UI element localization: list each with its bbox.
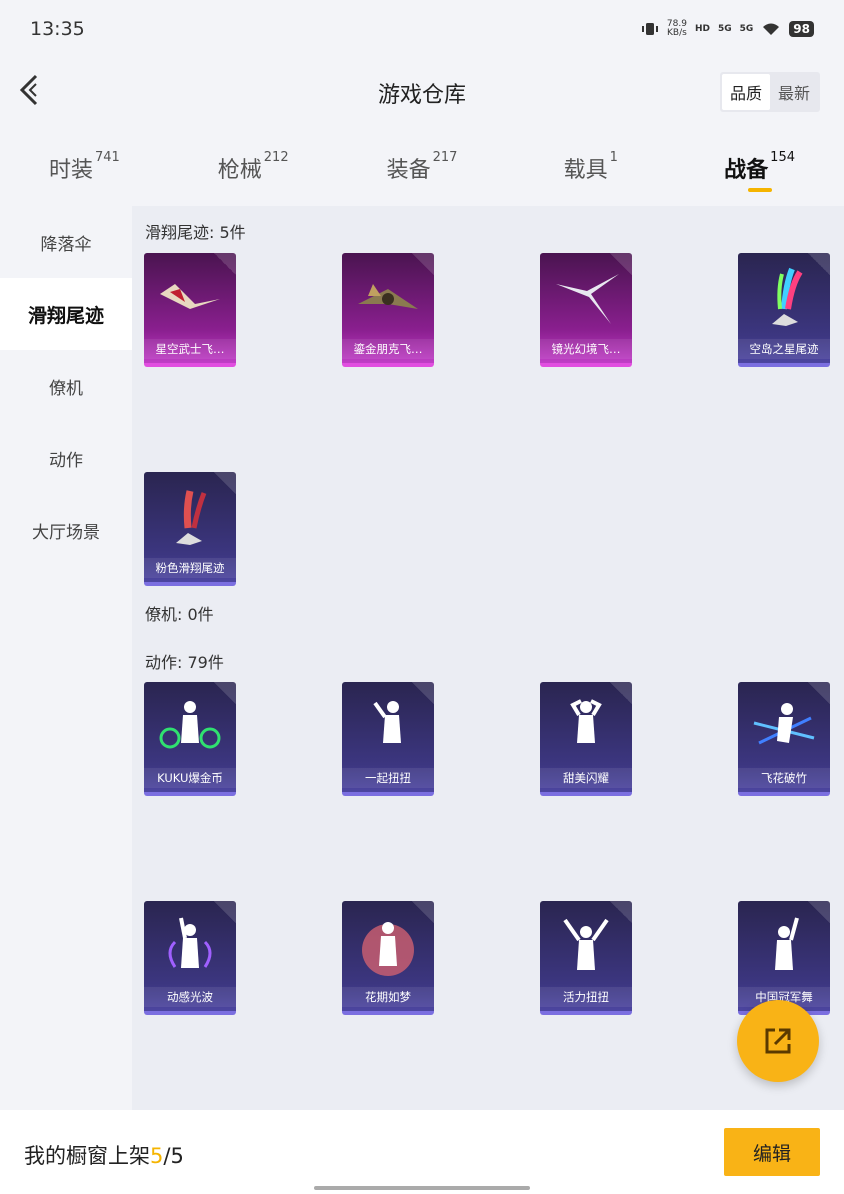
tab-fashion[interactable]: 时装741 (0, 138, 169, 198)
tab-active-indicator (747, 188, 772, 192)
sidebar-item-lobby-scene[interactable]: 大厅场景 (0, 494, 132, 566)
glider-art-icon (144, 259, 236, 339)
edit-button[interactable]: 编辑 (724, 1128, 820, 1176)
status-icons: 78.9 KB/s HD 5G 5G 98 (641, 20, 814, 38)
section-title-action: 动作: 79件 (145, 653, 224, 672)
tab-equipment[interactable]: 装备217 (338, 138, 507, 198)
sidebar: 降落伞 滑翔尾迹 僚机 动作 大厅场景 (0, 206, 132, 1110)
status-bar: 13:35 78.9 KB/s HD 5G 5G 98 (0, 0, 844, 58)
page-title: 游戏仓库 (377, 83, 466, 108)
vibrate-icon (641, 23, 658, 35)
header: 游戏仓库 品质 最新 (0, 58, 844, 124)
item-card[interactable]: 中国冠军舞 (738, 901, 830, 1015)
pink-trail-icon (144, 478, 236, 558)
home-indicator[interactable] (314, 1186, 530, 1190)
glider-art-icon (342, 259, 434, 339)
tab-battle-gear[interactable]: 战备154 (675, 138, 844, 198)
hd-icon: HD (694, 24, 710, 34)
battery-icon: 98 (789, 21, 814, 37)
wifi-icon (763, 23, 780, 35)
sort-toggle: 品质 最新 (719, 72, 820, 112)
item-card[interactable]: 一起扭扭 (342, 682, 434, 796)
item-card[interactable]: 飞花破竹 (738, 682, 830, 796)
section-title-wingman: 僚机: 0件 (145, 605, 214, 624)
item-card[interactable]: 活力扭扭 (540, 901, 632, 1015)
tab-guns[interactable]: 枪械212 (169, 138, 338, 198)
showcase-status: 我的橱窗上架5/5 (24, 1144, 184, 1168)
status-time: 13:35 (30, 18, 85, 40)
dance-figure-icon (342, 688, 434, 768)
dance-figure-icon (144, 688, 236, 768)
net-speed: 78.9 KB/s (666, 19, 687, 38)
item-grid: 滑翔尾迹: 5件 星空武士飞… 鎏金朋克飞… 镜光幻境飞… 空岛之星尾迹 粉色滑… (132, 206, 844, 1110)
dance-figure-icon (540, 907, 632, 987)
bottom-bar: 我的橱窗上架5/5 编辑 (0, 1110, 844, 1194)
dance-figure-icon (540, 688, 632, 768)
dance-figure-icon (342, 907, 434, 987)
category-tabs: 时装741 枪械212 装备217 载具1 战备154 (0, 138, 844, 198)
dance-figure-icon (738, 688, 830, 768)
sort-latest-button[interactable]: 最新 (770, 74, 818, 110)
glider-art-icon (540, 259, 632, 339)
item-card[interactable]: 镜光幻境飞… (540, 253, 632, 367)
item-card[interactable]: 花期如梦 (342, 901, 434, 1015)
item-card[interactable]: 动感光波 (144, 901, 236, 1015)
signal-5g-icon-2: 5G (739, 24, 754, 34)
signal-5g-icon: 5G (717, 24, 732, 34)
sidebar-item-parachute[interactable]: 降落伞 (0, 206, 132, 278)
dance-figure-icon (144, 907, 236, 987)
dance-figure-icon (738, 907, 830, 987)
sidebar-item-action[interactable]: 动作 (0, 422, 132, 494)
sort-quality-button[interactable]: 品质 (721, 74, 770, 110)
item-card[interactable]: 粉色滑翔尾迹 (144, 472, 236, 586)
external-link-icon (765, 1028, 791, 1054)
item-card[interactable]: 星空武士飞… (144, 253, 236, 367)
item-card[interactable]: KUKU爆金币 (144, 682, 236, 796)
tab-vehicles[interactable]: 载具1 (506, 138, 675, 198)
item-card[interactable]: 鎏金朋克飞… (342, 253, 434, 367)
share-button[interactable] (737, 1000, 819, 1082)
rainbow-trail-icon (738, 259, 830, 339)
sidebar-item-glide-trail[interactable]: 滑翔尾迹 (0, 278, 132, 350)
sidebar-item-wingman[interactable]: 僚机 (0, 350, 132, 422)
section-title-glide: 滑翔尾迹: 5件 (145, 223, 246, 242)
item-card[interactable]: 空岛之星尾迹 (738, 253, 830, 367)
item-card[interactable]: 甜美闪耀 (540, 682, 632, 796)
